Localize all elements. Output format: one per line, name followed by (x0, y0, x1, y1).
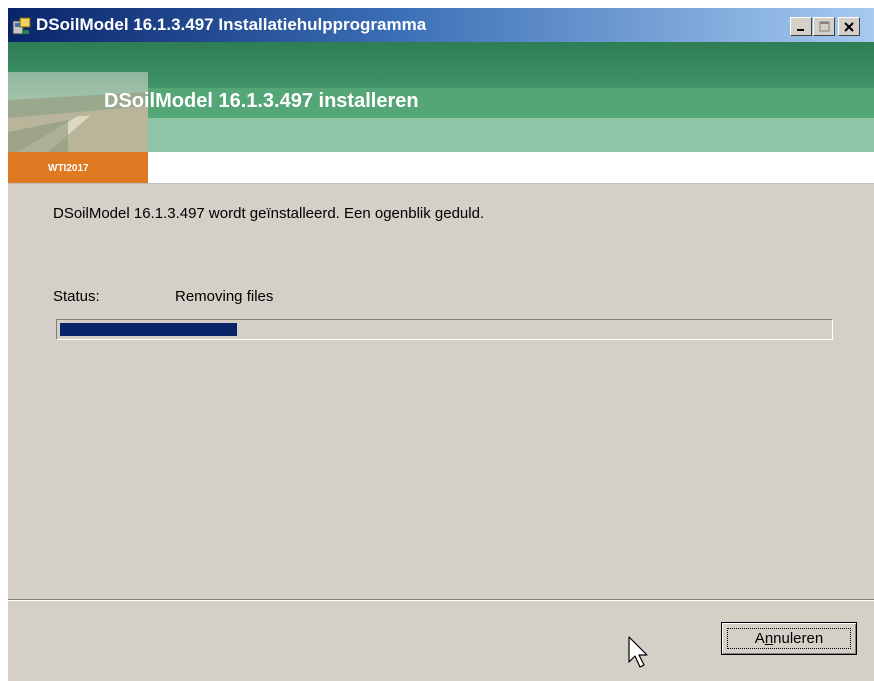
minimize-icon (797, 28, 804, 31)
maximize-icon (819, 21, 829, 32)
install-description: DSoilModel 16.1.3.497 wordt geïnstalleer… (53, 205, 485, 222)
progress-fill (60, 323, 237, 336)
close-button[interactable] (838, 17, 860, 36)
dialog-body: DSoilModel 16.1.3.497 wordt geïnstalleer… (8, 184, 874, 599)
footer-separator (8, 599, 874, 601)
window-title: DSoilModel 16.1.3.497 Installatiehulppro… (36, 15, 427, 34)
mouse-cursor-icon (628, 636, 648, 668)
title-bar[interactable]: DSoilModel 16.1.3.497 Installatiehulppro… (8, 8, 874, 42)
installer-window: DSoilModel 16.1.3.497 Installatiehulppro… (8, 8, 874, 681)
status-value: Removing files (175, 288, 274, 305)
banner-title: DSoilModel 16.1.3.497 installeren (104, 90, 419, 112)
close-icon (844, 21, 854, 32)
maximize-button[interactable] (813, 17, 835, 36)
progress-bar (56, 319, 833, 340)
status-label: Status: (53, 288, 100, 305)
wti-badge: WTI2017 (8, 152, 148, 184)
header-banner: DSoilModel 16.1.3.497 installeren WTI201… (8, 42, 874, 184)
cancel-button-label: Annuleren (754, 630, 824, 647)
cancel-button[interactable]: Annuleren (721, 622, 857, 655)
installer-icon (12, 17, 31, 35)
minimize-button[interactable] (790, 17, 812, 36)
cancel-mnemonic: n (764, 630, 774, 647)
